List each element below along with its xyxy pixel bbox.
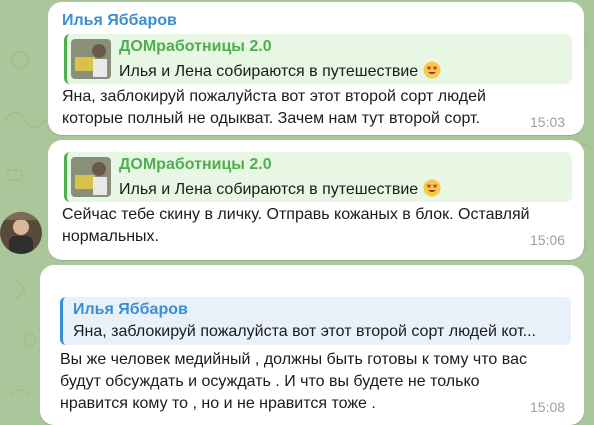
message-text: Сейчас тебе скину в личку. Отправь кожан… [62, 206, 530, 245]
heart-eyes-emoji-icon [423, 179, 441, 197]
reply-text: Илья и Лена собираются в путешествие [119, 61, 441, 81]
reply-preview[interactable]: Илья Яббаров Яна, заблокируй пожалуйста … [60, 297, 571, 345]
sender-name[interactable]: Илья Яббаров [62, 12, 177, 30]
reply-thumbnail [71, 39, 111, 79]
reply-text: Яна, заблокируй пожалуйста вот этот втор… [73, 323, 536, 340]
message-bubble[interactable]: Илья Яббаров ДОМработницы 2.0 Илья и Лен… [48, 2, 584, 135]
message-time: 15:06 [530, 232, 566, 248]
message-text: Яна, заблокируй пожалуйста вот этот втор… [62, 88, 486, 127]
reply-preview[interactable]: ДОМработницы 2.0 Илья и Лена собираются … [64, 152, 572, 202]
message-bubble[interactable]: ДОМработницы 2.0 Илья и Лена собираются … [48, 140, 584, 260]
message-time: 15:03 [530, 114, 566, 130]
reply-thumbnail [71, 157, 111, 197]
message-time: 15:08 [530, 399, 566, 415]
reply-title: ДОМработницы 2.0 [119, 38, 272, 55]
reply-title: Илья Яббаров [73, 301, 188, 318]
reply-text: Илья и Лена собираются в путешествие [119, 179, 441, 199]
reply-preview[interactable]: ДОМработницы 2.0 Илья и Лена собираются … [64, 34, 572, 84]
sender-avatar[interactable] [0, 212, 42, 254]
heart-eyes-emoji-icon [423, 61, 441, 79]
message-text: Вы же человек медийный , должны быть гот… [60, 351, 527, 412]
message-bubble[interactable]: Илья Яббаров Яна, заблокируй пожалуйста … [40, 265, 584, 425]
reply-title: ДОМработницы 2.0 [119, 156, 272, 173]
